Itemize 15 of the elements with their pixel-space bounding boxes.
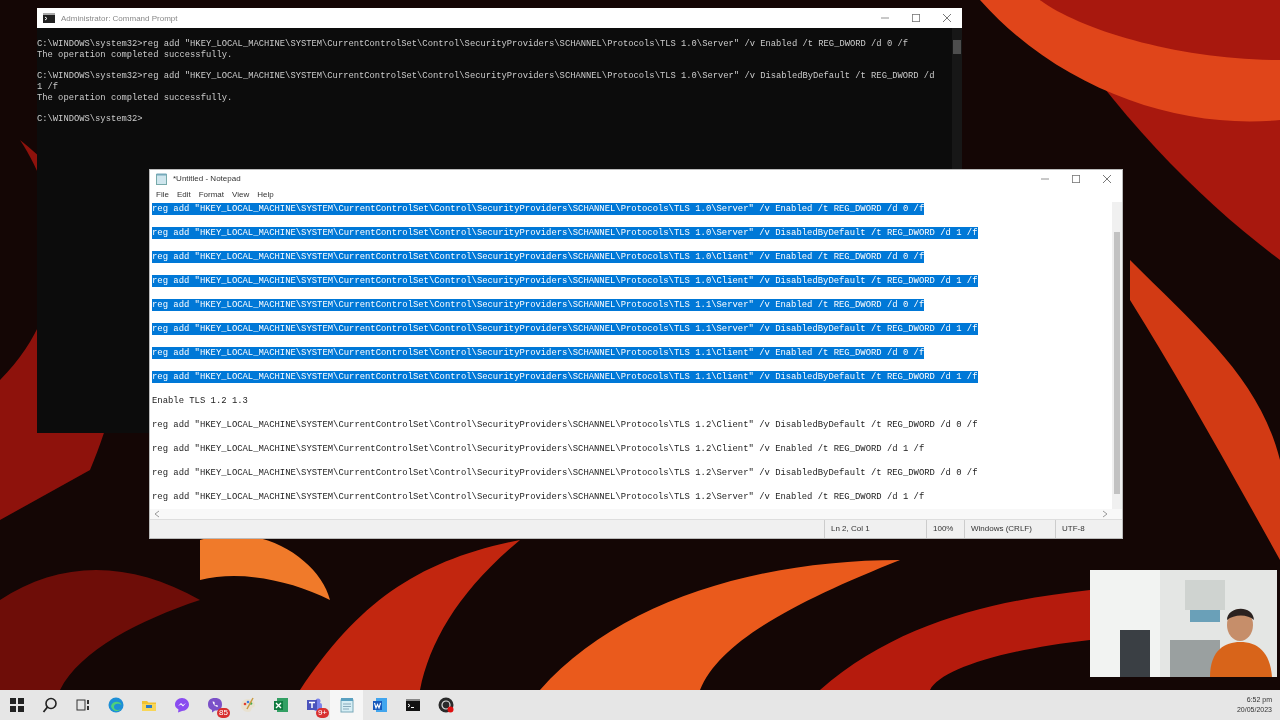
- terminal-icon: [404, 697, 421, 713]
- taskbar-button[interactable]: 85: [198, 690, 231, 720]
- notification-badge: 85: [217, 708, 230, 718]
- taskbar-button[interactable]: 9+: [297, 690, 330, 720]
- windows-logo-icon: [8, 697, 25, 713]
- browser-icon: [107, 697, 124, 713]
- chat-bubble-icon: [173, 697, 190, 713]
- search-icon: [41, 697, 58, 713]
- spreadsheet-icon: [272, 697, 289, 713]
- document-icon: [371, 697, 388, 713]
- notepad-icon: [338, 697, 355, 713]
- notification-badge: 9+: [315, 708, 329, 718]
- task-view-icon: [74, 697, 91, 713]
- palette-icon: [239, 697, 256, 713]
- recorder-icon: [437, 697, 454, 713]
